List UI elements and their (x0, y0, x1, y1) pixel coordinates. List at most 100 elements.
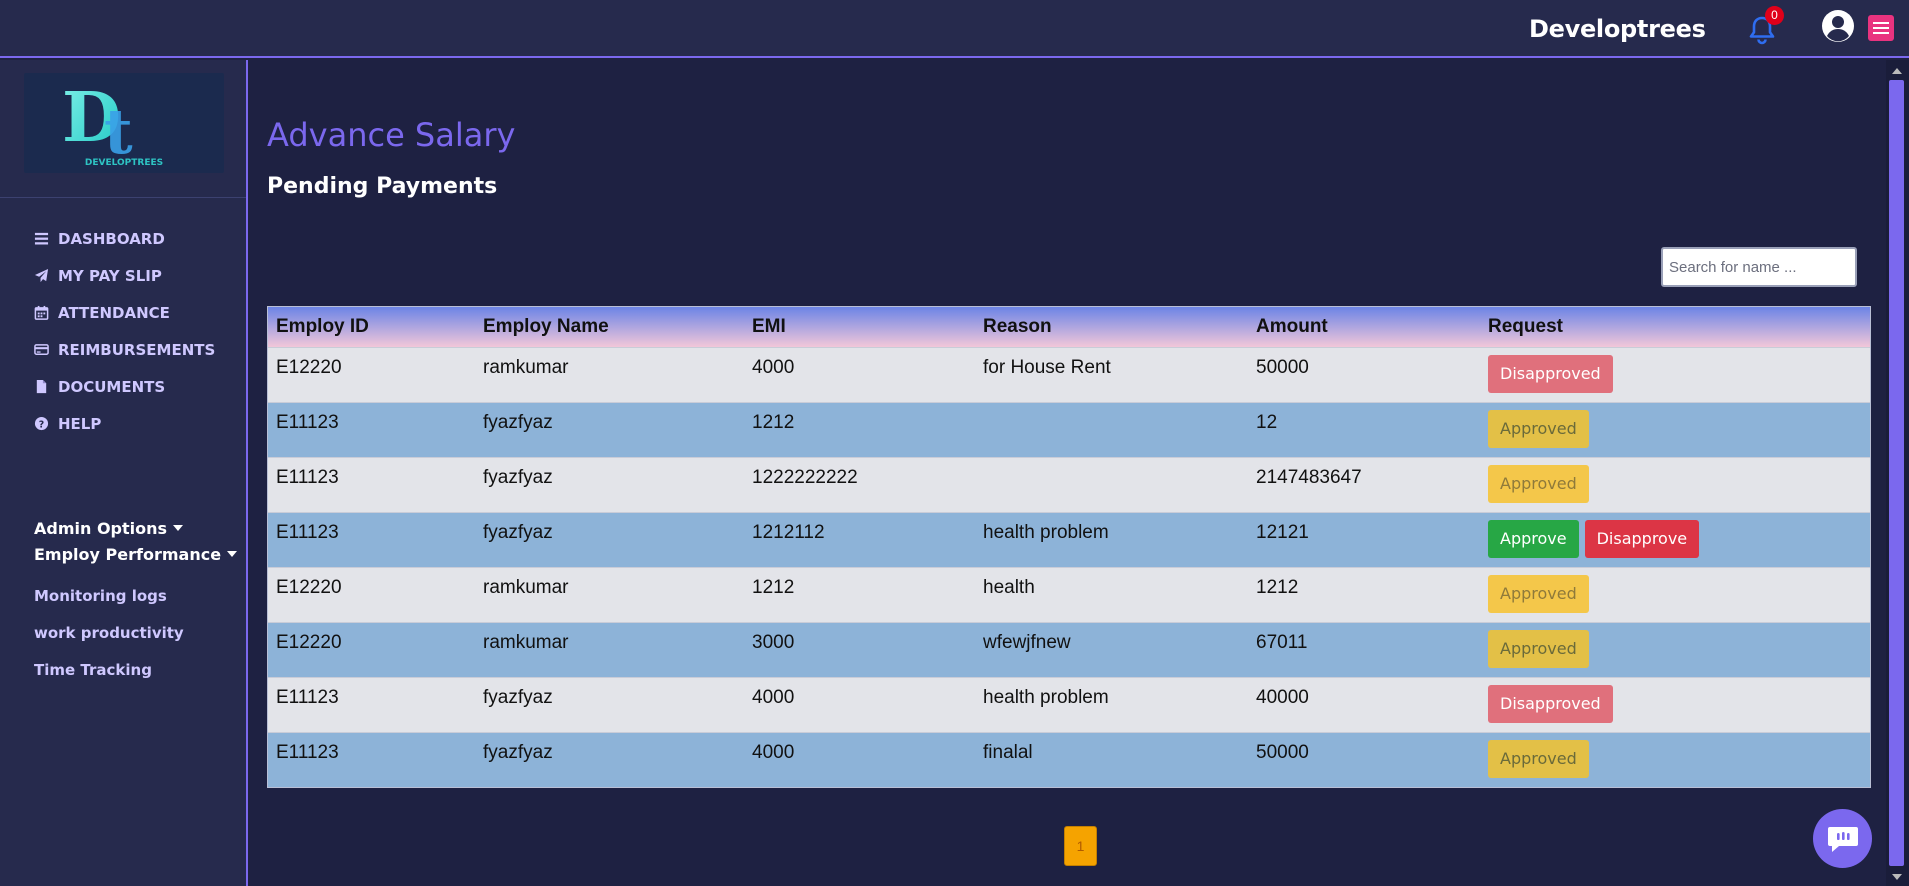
chat-icon (1827, 826, 1858, 852)
pagination-page-1[interactable]: 1 (1064, 826, 1097, 866)
reason-cell (975, 401, 1248, 457)
request-cell: Approved (1480, 731, 1870, 787)
logo-text: DEVELOPTREES (85, 158, 163, 168)
svg-text:?: ? (39, 419, 44, 430)
sidebar-item-label: ATTENDANCE (58, 303, 170, 322)
employ-id-cell: E12220 (268, 621, 475, 677)
reason-cell: health (975, 566, 1248, 622)
notification-badge: 0 (1765, 6, 1784, 25)
approved-status-button[interactable]: Approved (1488, 409, 1589, 448)
scroll-up-arrow-icon[interactable] (1892, 68, 1902, 74)
user-avatar-icon[interactable] (1821, 9, 1855, 43)
sidebar: D t DEVELOPTREES DASHBOARD MY PAY SLIP A… (0, 60, 248, 886)
search-input[interactable] (1661, 247, 1857, 287)
brand-name: Developtrees (1529, 15, 1706, 43)
employ-name-cell: ramkumar (475, 621, 744, 677)
sidebar-item-label: HELP (58, 414, 102, 433)
sidebar-link-time-tracking[interactable]: Time Tracking (34, 651, 237, 688)
page-title: Advance Salary (267, 116, 516, 154)
emi-cell: 1212 (744, 566, 975, 622)
admin-options-dropdown[interactable]: Admin Options (34, 515, 237, 541)
advance-salary-table: Employ ID Employ Name EMI Reason Amount … (268, 307, 1870, 787)
table-row: E12220 ramkumar 1212 health 1212 Approved (268, 566, 1870, 622)
employ-id-cell: E11123 (268, 401, 475, 457)
sidebar-link-work-productivity[interactable]: work productivity (34, 614, 237, 651)
sidebar-item-documents[interactable]: DOCUMENTS (34, 368, 215, 405)
emi-cell: 1212112 (744, 511, 975, 567)
sidebar-item-label: DASHBOARD (58, 229, 165, 248)
table-body: E12220 ramkumar 4000 for House Rent 50000 Dis… (268, 346, 1870, 787)
employ-name-cell: fyazfyaz (475, 456, 744, 512)
salary-table-container: Employ ID Employ Name EMI Reason Amount … (267, 306, 1871, 788)
disapproved-status-button[interactable]: Disapproved (1488, 354, 1613, 393)
sidebar-item-reimbursements[interactable]: REIMBURSEMENTS (34, 331, 215, 368)
sidebar-nav: DASHBOARD MY PAY SLIP ATTENDANCE REIMBUR… (34, 220, 215, 442)
sidebar-item-dashboard[interactable]: DASHBOARD (34, 220, 215, 257)
employ-id-cell: E11123 (268, 511, 475, 567)
reason-cell: finalal (975, 731, 1248, 787)
admin-section: Admin Options Employ Performance Monitor… (34, 515, 238, 688)
request-cell: Approved (1480, 456, 1870, 512)
amount-cell: 1212 (1248, 566, 1480, 622)
reason-cell: for House Rent (975, 346, 1248, 402)
emi-cell: 4000 (744, 731, 975, 787)
amount-cell: 12 (1248, 401, 1480, 457)
approved-status-button[interactable]: Approved (1488, 464, 1589, 503)
reason-cell: health problem (975, 511, 1248, 567)
scrollbar-thumb[interactable] (1889, 80, 1904, 866)
column-header-employ-name: Employ Name (483, 315, 609, 337)
employ-performance-dropdown[interactable]: Employ Performance (34, 541, 238, 567)
question-circle-icon: ? (34, 416, 49, 430)
employ-performance-label: Employ Performance (34, 544, 222, 564)
file-icon (36, 379, 47, 394)
employ-name-cell: fyazfyaz (475, 676, 744, 732)
table-row: E11123 fyazfyaz 1212112 health problem 12121… (268, 511, 1870, 567)
scroll-down-arrow-icon[interactable] (1892, 874, 1902, 880)
column-header-amount: Amount (1256, 315, 1328, 337)
approved-status-button[interactable]: Approved (1488, 739, 1589, 778)
sidebar-item-label: MY PAY SLIP (58, 266, 162, 285)
reason-cell: wfewjfnew (975, 621, 1248, 677)
sidebar-link-monitoring-logs[interactable]: Monitoring logs (34, 577, 237, 614)
approve-button[interactable]: Approve (1488, 519, 1579, 558)
sidebar-item-help[interactable]: ? HELP (34, 405, 215, 442)
disapprove-button[interactable]: Disapprove (1584, 519, 1700, 558)
sidebar-item-attendance[interactable]: ATTENDANCE (34, 294, 215, 331)
disapproved-status-button[interactable]: Disapproved (1488, 684, 1613, 723)
chat-widget-button[interactable] (1813, 809, 1872, 868)
hamburger-menu-button[interactable] (1868, 15, 1894, 41)
emi-cell: 1222222222 (744, 456, 975, 512)
company-logo[interactable]: D t DEVELOPTREES (24, 73, 224, 173)
emi-cell: 4000 (744, 676, 975, 732)
sidebar-item-pay-slip[interactable]: MY PAY SLIP (34, 257, 215, 294)
caret-down-icon (227, 551, 238, 557)
employ-id-cell: E11123 (268, 456, 475, 512)
main-content: Advance Salary Pending Payments Employ I… (250, 60, 1886, 886)
amount-cell: 12121 (1248, 511, 1480, 567)
table-row: E11123 fyazfyaz 1222222222 2147483647 Approv… (268, 456, 1870, 512)
approved-status-button[interactable]: Approved (1488, 574, 1589, 613)
section-title: Pending Payments (267, 174, 498, 199)
sidebar-divider (0, 197, 246, 198)
request-cell: Approved (1480, 401, 1870, 457)
admin-options-label: Admin Options (34, 518, 168, 538)
table-row: E12220 ramkumar 3000 wfewjfnew 67011 Approved (268, 621, 1870, 677)
approved-status-button[interactable]: Approved (1488, 629, 1589, 668)
table-row: E11123 fyazfyaz 1212 12 Approved (268, 401, 1870, 457)
top-navbar: Developtrees 0 (0, 0, 1909, 58)
employ-name-cell: fyazfyaz (475, 511, 744, 567)
column-header-emi: EMI (752, 315, 786, 337)
performance-sub-links: Monitoring logs work productivity Time T… (34, 577, 237, 688)
bars-icon (34, 232, 49, 245)
amount-cell: 2147483647 (1248, 456, 1480, 512)
amount-cell: 50000 (1248, 346, 1480, 402)
amount-cell: 67011 (1248, 621, 1480, 677)
employ-id-cell: E11123 (268, 676, 475, 732)
employ-name-cell: ramkumar (475, 346, 744, 402)
reason-cell: health problem (975, 676, 1248, 732)
credit-card-icon (34, 344, 49, 355)
amount-cell: 40000 (1248, 676, 1480, 732)
emi-cell: 4000 (744, 346, 975, 402)
request-cell: Approved (1480, 621, 1870, 677)
request-cell: Disapproved (1480, 346, 1870, 402)
